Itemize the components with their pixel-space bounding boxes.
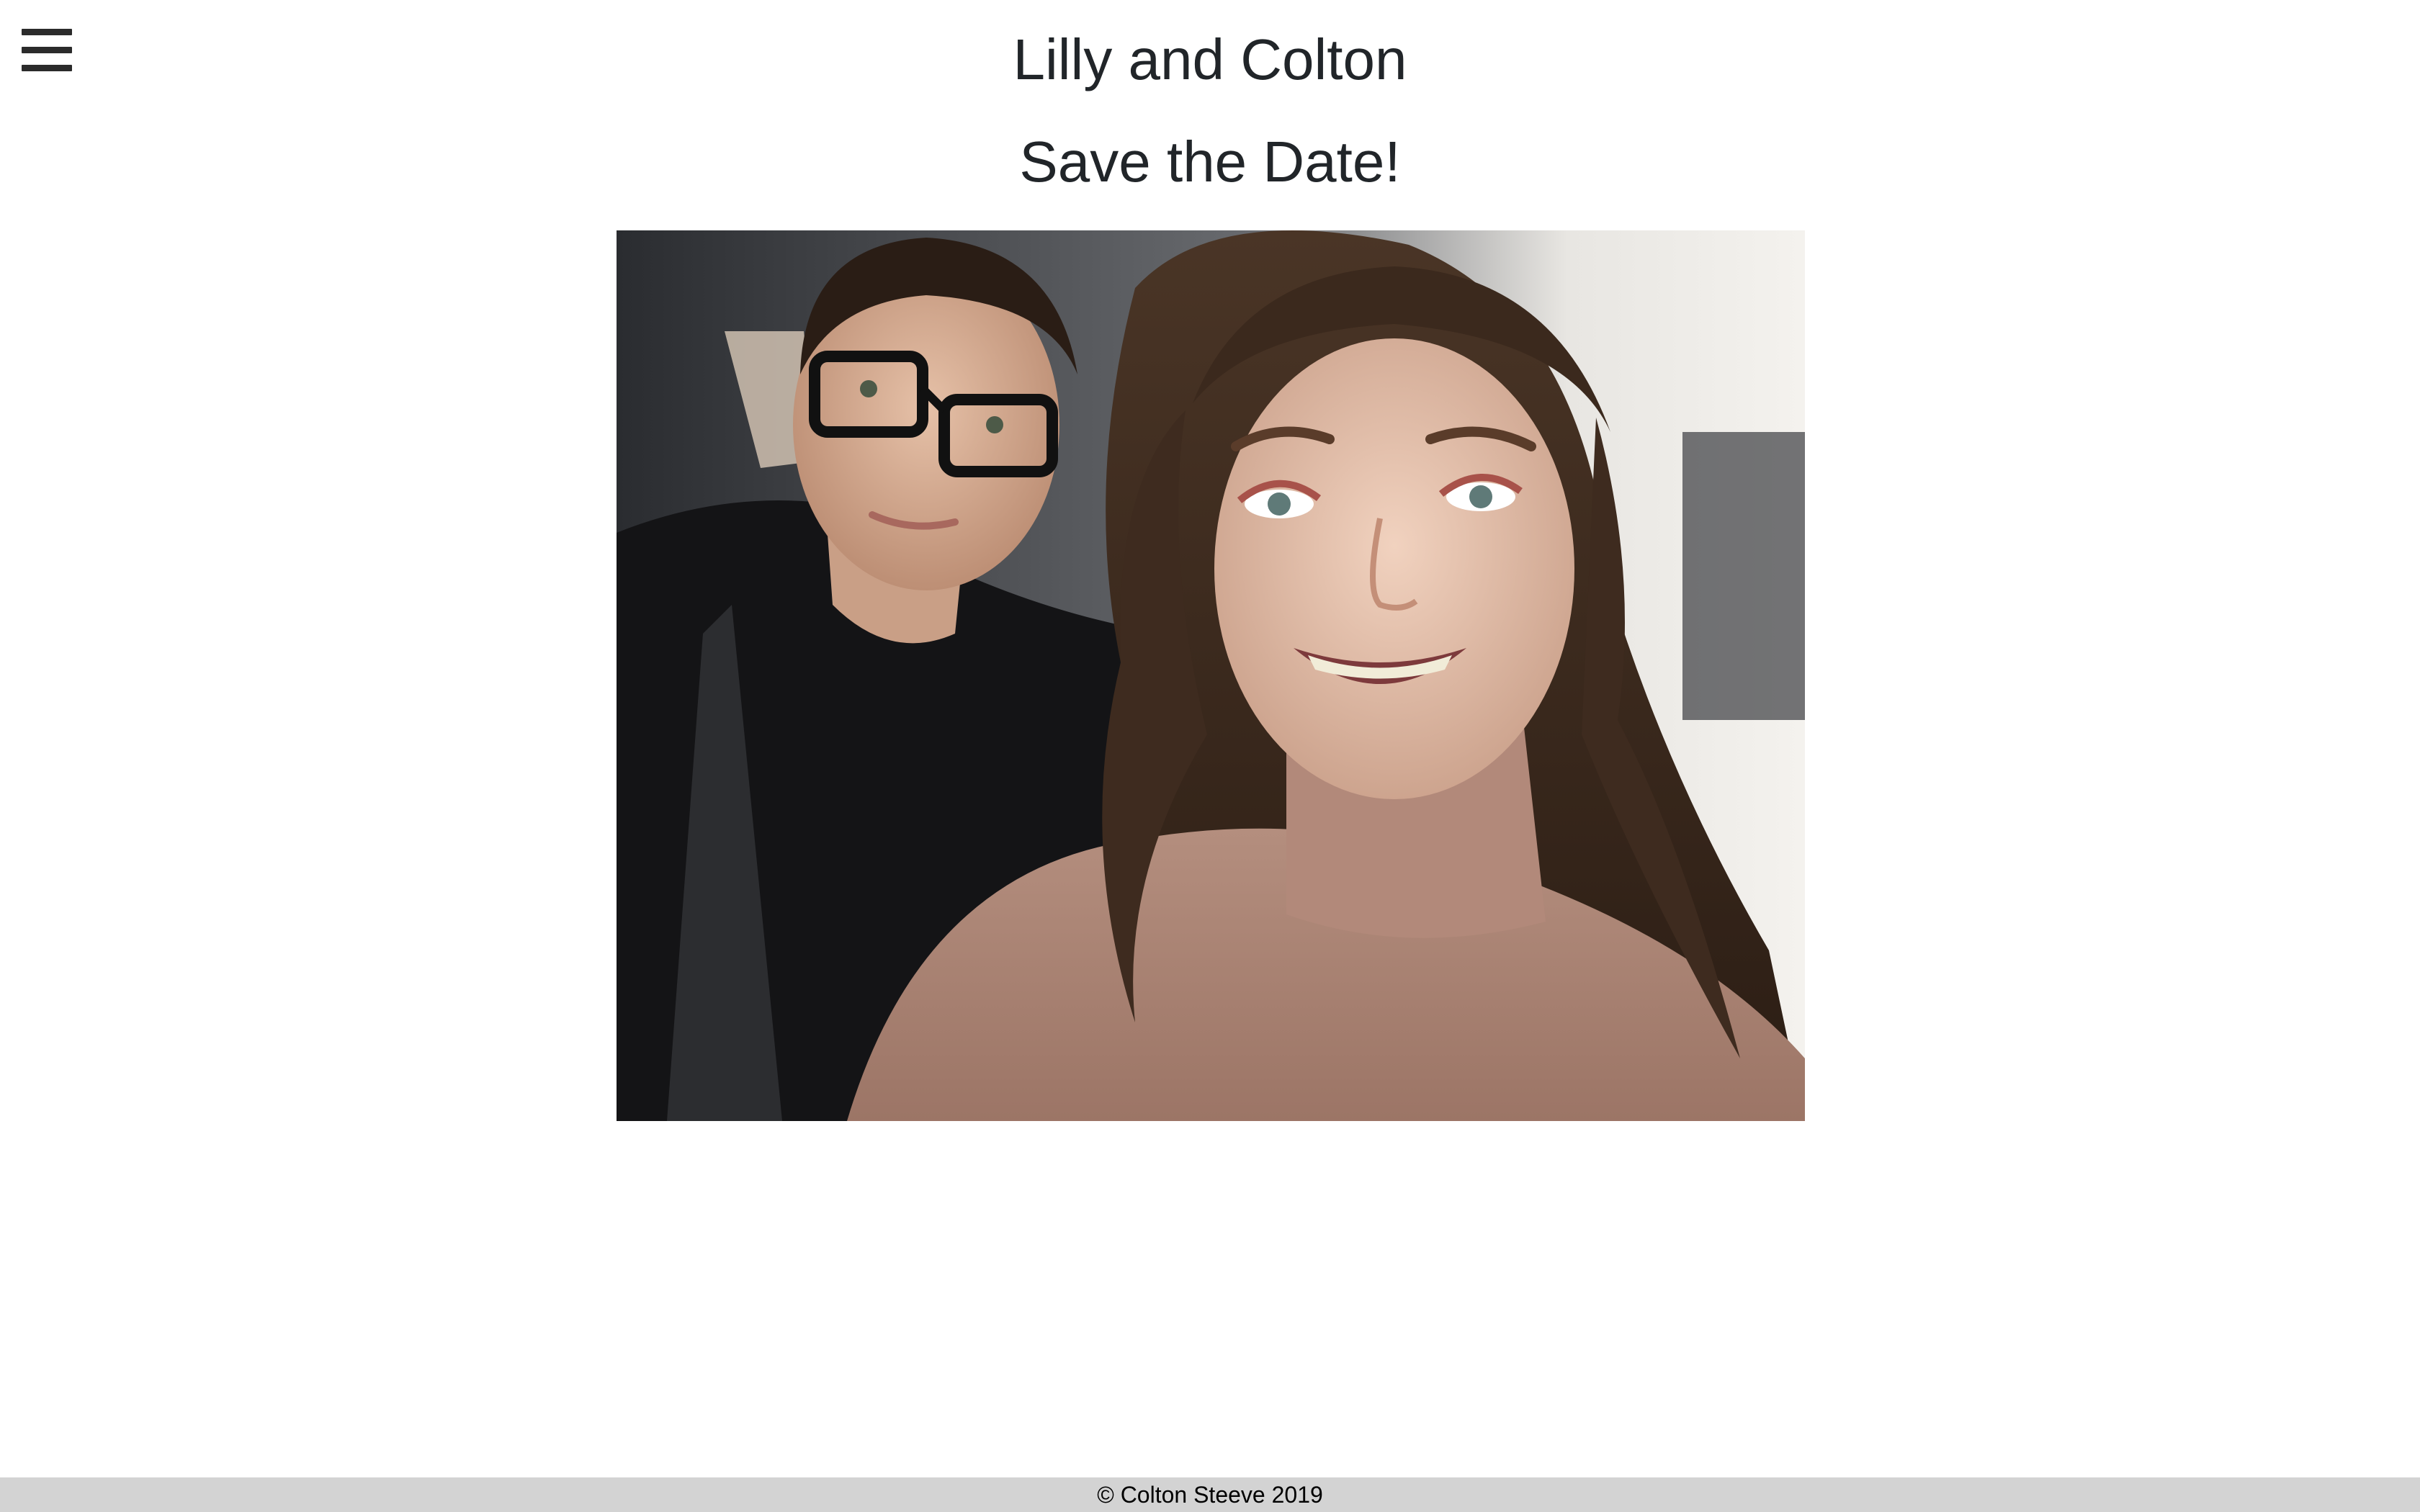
site-title: Lilly and Colton xyxy=(1013,27,1407,91)
copyright-text: © Colton Steeve 2019 xyxy=(1097,1482,1323,1508)
couple-photo xyxy=(617,230,1805,1121)
page: Lilly and Colton Save the Date! © Colton… xyxy=(0,0,2420,1512)
footer: © Colton Steeve 2019 xyxy=(0,1477,2420,1512)
save-the-date-heading: Save the Date! xyxy=(1019,130,1401,194)
